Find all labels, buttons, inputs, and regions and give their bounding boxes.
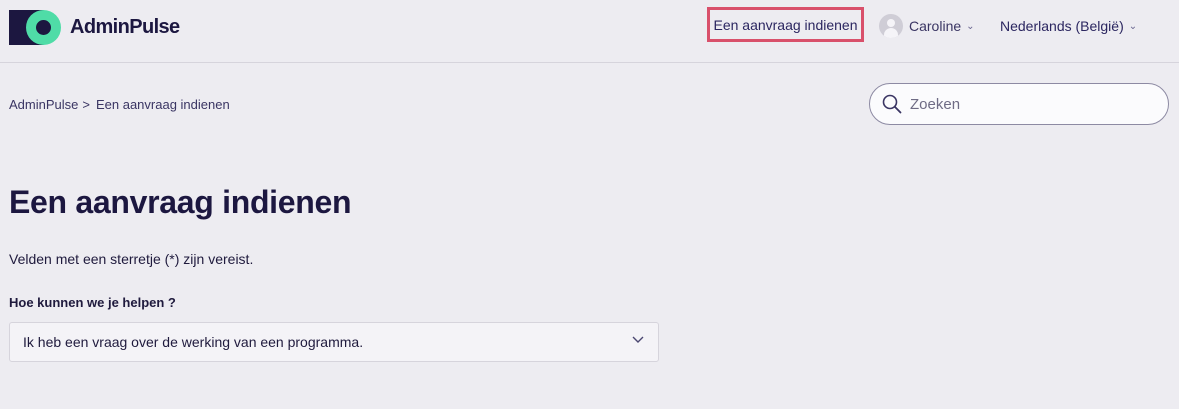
user-avatar-icon (879, 14, 903, 38)
logo-icon (9, 10, 61, 45)
chevron-down-icon: ⌄ (966, 20, 975, 32)
submit-request-link[interactable]: Een aanvraag indienen (707, 7, 864, 42)
language-selector[interactable]: Nederlands (België) ⌄ (1000, 14, 1137, 38)
breadcrumb: AdminPulse > Een aanvraag indienen (9, 97, 230, 112)
required-fields-note: Velden met een sterretje (*) zijn vereis… (9, 251, 254, 267)
search-input[interactable] (910, 95, 1150, 113)
help-topic-selected-value: Ik heb een vraag over de werking van een… (23, 334, 364, 350)
search-icon (882, 94, 902, 114)
brand-name: AdminPulse (70, 16, 180, 38)
page-title: Een aanvraag indienen (9, 184, 352, 220)
language-label: Nederlands (België) (1000, 18, 1124, 34)
top-header: AdminPulse Een aanvraag indienen Carolin… (0, 0, 1179, 63)
user-menu[interactable]: Caroline ⌄ (879, 14, 975, 38)
brand-logo[interactable]: AdminPulse (9, 10, 180, 45)
help-topic-select[interactable]: Ik heb een vraag over de werking van een… (9, 322, 659, 362)
help-field-label: Hoe kunnen we je helpen ? (9, 295, 176, 310)
user-name: Caroline (909, 18, 962, 34)
breadcrumb-current[interactable]: Een aanvraag indienen (96, 97, 230, 112)
chevron-down-icon (632, 336, 644, 343)
breadcrumb-home[interactable]: AdminPulse (9, 97, 78, 112)
chevron-down-icon: ⌄ (1128, 20, 1138, 32)
breadcrumb-separator: > (82, 97, 90, 112)
search-box[interactable] (869, 83, 1169, 125)
